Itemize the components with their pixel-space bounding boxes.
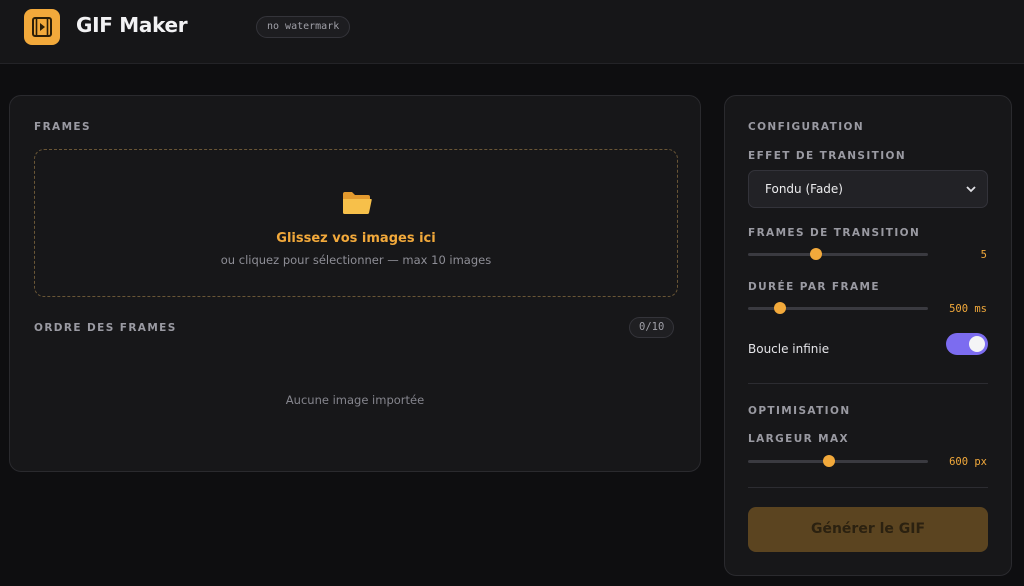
slider-track	[748, 460, 928, 463]
chevron-down-icon	[966, 186, 976, 193]
loop-toggle-label: Boucle infinie	[748, 342, 830, 356]
transition-frames-label: FRAMES DE TRANSITION	[748, 227, 921, 239]
max-width-value: 600 px	[949, 456, 987, 468]
slider-thumb[interactable]	[823, 455, 835, 467]
app-header: GIF Maker no watermark	[0, 0, 1024, 64]
frames-panel: FRAMES Glissez vos images ici ou cliquez…	[9, 95, 701, 472]
transition-effect-label: EFFET DE TRANSITION	[748, 150, 907, 162]
loop-toggle[interactable]	[946, 333, 988, 355]
slider-thumb[interactable]	[774, 302, 787, 314]
frame-order-label: ORDRE DES FRAMES	[34, 322, 177, 334]
divider	[748, 487, 988, 488]
frame-duration-label: DURÉE PAR FRAME	[748, 281, 880, 293]
transition-effect-select[interactable]: Fondu (Fade)	[748, 170, 988, 208]
transition-frames-slider[interactable]	[748, 247, 928, 261]
image-dropzone[interactable]: Glissez vos images ici ou cliquez pour s…	[34, 149, 678, 297]
frame-duration-value: 500 ms	[949, 303, 987, 315]
config-panel: CONFIGURATION EFFET DE TRANSITION Fondu …	[724, 95, 1012, 576]
folder-icon	[343, 192, 372, 214]
transition-effect-value: Fondu (Fade)	[765, 182, 843, 196]
max-width-label: LARGEUR MAX	[748, 433, 850, 445]
toggle-knob	[969, 336, 985, 352]
config-section-label: CONFIGURATION	[748, 121, 865, 133]
app-title: GIF Maker	[76, 13, 188, 37]
slider-track	[748, 253, 928, 256]
no-watermark-badge: no watermark	[256, 16, 351, 38]
film-logo-icon	[24, 9, 60, 45]
dropzone-title: Glissez vos images ici	[276, 231, 436, 246]
generate-gif-button[interactable]: Générer le GIF	[748, 507, 988, 552]
divider	[748, 383, 988, 384]
frame-duration-slider[interactable]	[748, 301, 928, 315]
slider-thumb[interactable]	[810, 248, 823, 260]
empty-frames-message: Aucune image importée	[285, 393, 425, 407]
max-width-slider[interactable]	[748, 454, 928, 468]
transition-frames-value: 5	[980, 249, 987, 261]
frame-counter-badge: 0/10	[629, 317, 675, 338]
optimization-label: OPTIMISATION	[748, 405, 851, 417]
dropzone-subtitle: ou cliquez pour sélectionner — max 10 im…	[220, 253, 492, 267]
frames-section-label: FRAMES	[34, 121, 91, 133]
